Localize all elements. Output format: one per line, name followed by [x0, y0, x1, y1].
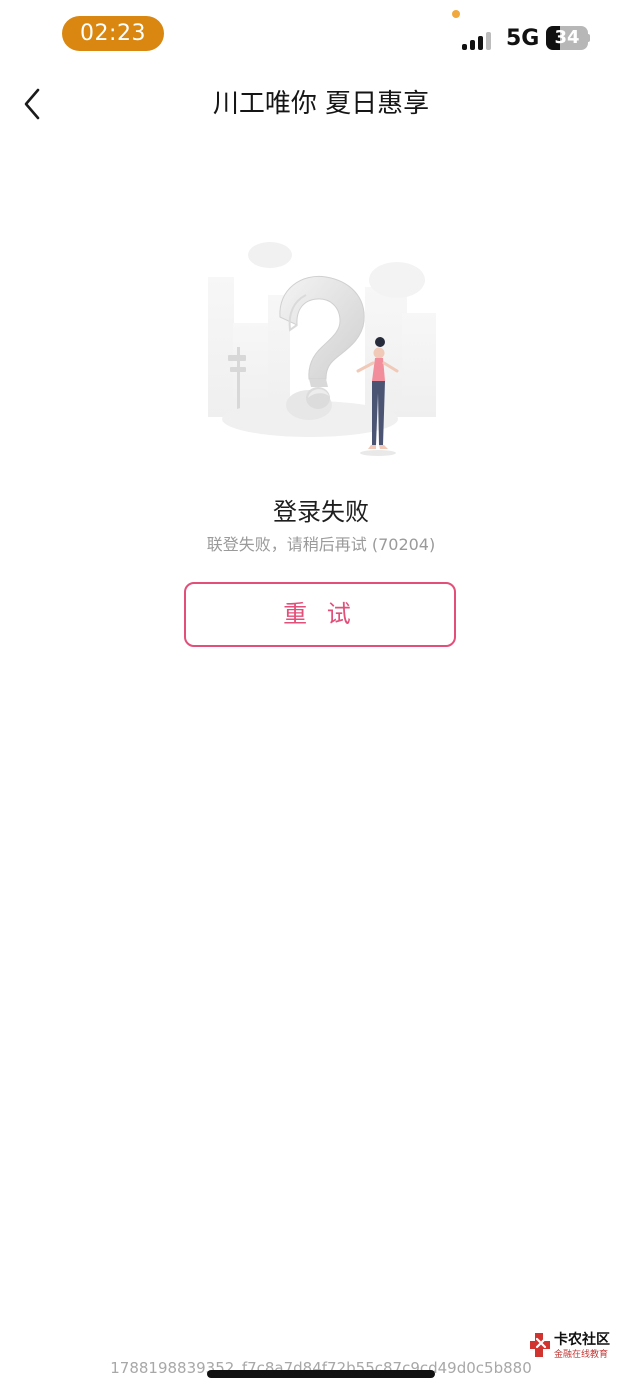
page-title: 川工唯你 夏日惠享: [212, 89, 430, 119]
question-mark-person-illustration: [190, 235, 452, 465]
home-indicator[interactable]: [207, 1370, 435, 1378]
battery-level-text: 34: [554, 27, 580, 48]
battery-body: 34: [546, 26, 588, 50]
battery-tip: [587, 34, 590, 42]
watermark-logo: 卡农社区 金融在线教育: [528, 1331, 614, 1365]
watermark-title: 卡农社区: [554, 1332, 610, 1348]
battery-icon: 34: [546, 26, 590, 50]
error-title: 登录失败: [273, 498, 369, 526]
error-subtitle: 联登失败，请稍后再试 (70204): [206, 535, 436, 554]
network-type: 5G: [506, 26, 540, 51]
watermark-subtitle: 金融在线教育: [554, 1350, 609, 1360]
signal-icon: [462, 26, 496, 50]
privacy-indicator-dot: [452, 10, 460, 18]
retry-button[interactable]: 重 试: [184, 582, 456, 647]
status-time: 02:23: [62, 16, 164, 51]
